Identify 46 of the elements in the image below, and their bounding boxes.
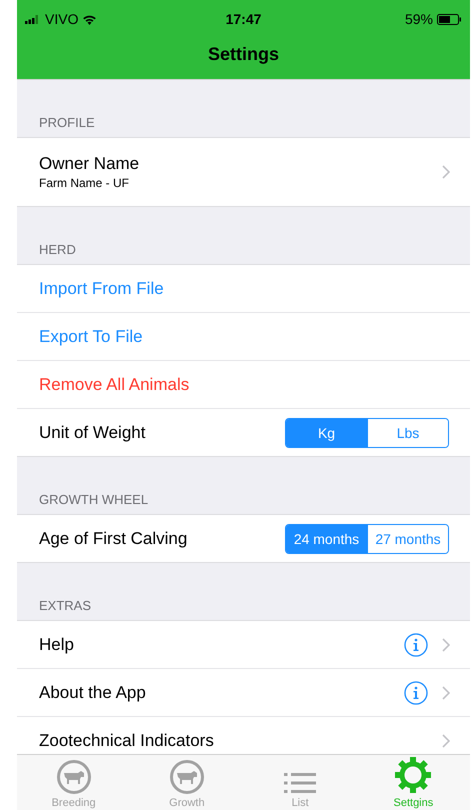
row-title: Age of First Calving (39, 528, 188, 548)
settings-row[interactable]: Import From File (17, 265, 470, 313)
row-title: About the App (39, 682, 147, 702)
section-header: GROWTH WHEEL (39, 492, 148, 507)
signal-icon (25, 14, 41, 24)
chevron-icon (442, 686, 450, 700)
tab-item[interactable]: Growth (130, 755, 244, 810)
row-title: Zootechnical Indicators (39, 730, 215, 750)
tab-item[interactable]: List (244, 755, 357, 810)
row-title: Import From File (39, 278, 165, 298)
chevron-icon (442, 734, 450, 748)
settings-row[interactable]: About the App (17, 669, 470, 717)
settings-row[interactable]: Remove All Animals (17, 361, 470, 409)
chevron-icon (442, 165, 450, 179)
info-icon[interactable] (404, 680, 428, 704)
segment-option[interactable]: 24 months (286, 524, 367, 552)
cow-icon (170, 760, 204, 794)
tab-item[interactable]: Breeding (17, 755, 130, 810)
wifi-icon (82, 14, 98, 24)
row-title: Help (39, 634, 75, 654)
info-icon[interactable] (404, 632, 428, 656)
gear-icon (394, 756, 432, 794)
screen-title: Settings (208, 44, 279, 64)
chevron-icon (442, 638, 450, 652)
section-header: EXTRAS (39, 598, 92, 613)
carrier-text: VIVO (45, 11, 78, 27)
section-header: PROFILE (39, 115, 95, 130)
battery-icon (437, 14, 462, 24)
battery-text: 59% (404, 11, 433, 27)
segment-option[interactable]: Lbs (367, 418, 448, 446)
settings-row[interactable]: Owner Name Farm Name - UF (17, 138, 470, 206)
row-subtitle: Farm Name - UF (39, 176, 130, 190)
row-title: Owner Name (39, 154, 140, 174)
clock-text: 17:47 (226, 11, 262, 27)
row-title: Remove All Animals (39, 374, 190, 394)
tab-item[interactable]: Settgins (356, 755, 470, 810)
settings-row[interactable]: Zootechnical Indicators (17, 717, 470, 754)
segment-option[interactable]: Kg (286, 418, 367, 446)
list-icon (284, 772, 316, 794)
section-header: HERD (39, 242, 76, 257)
settings-row[interactable]: Help (17, 621, 470, 669)
segment-option[interactable]: 27 months (367, 524, 448, 552)
settings-row[interactable]: Export To File (17, 313, 470, 361)
row-title: Unit of Weight (39, 422, 146, 442)
row-title: Export To File (39, 326, 144, 346)
cow-icon (56, 760, 91, 794)
